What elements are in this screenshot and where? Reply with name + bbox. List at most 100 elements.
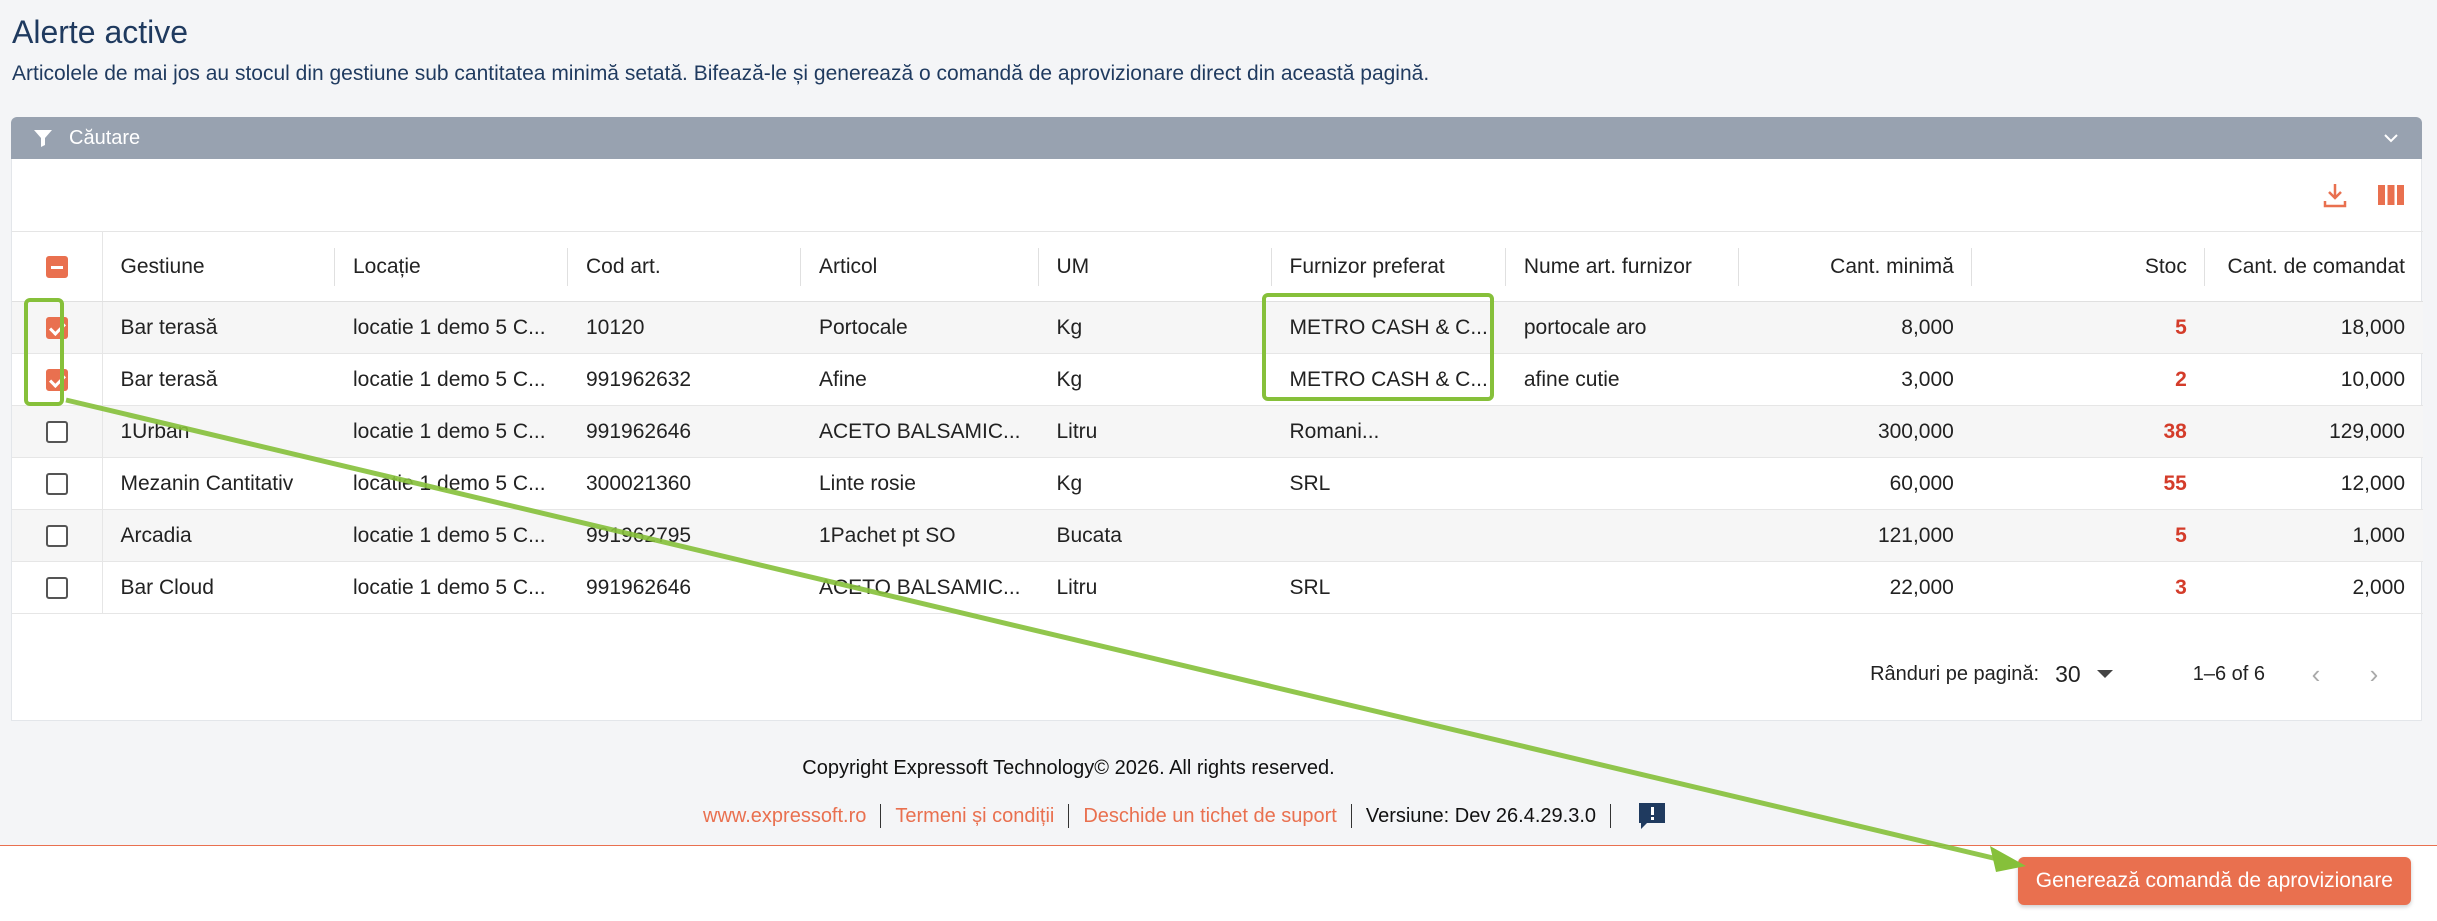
table-row[interactable]: Bar terasă locatie 1 demo 5 C... 10120 Port… — [12, 301, 2423, 354]
prev-page-icon[interactable]: ‹ — [2305, 661, 2327, 687]
generate-order-button[interactable]: Generează comandă de aprovizionare — [2017, 857, 2411, 905]
page-title: Alerte active — [12, 14, 189, 50]
cell-cant-comandat: 18,000 — [2204, 301, 2423, 354]
page-subtitle: Articolele de mai jos au stocul din gest… — [12, 62, 1430, 85]
select-all-cell — [12, 231, 103, 302]
cell-locatie: locatie 1 demo 5 C... — [335, 509, 568, 562]
header-locatie[interactable]: Locație — [335, 231, 568, 302]
alerts-card: Gestiune Locație Cod art. Articol UM Fur… — [11, 159, 2423, 721]
row-checkbox[interactable] — [45, 472, 68, 495]
row-checkbox[interactable] — [45, 316, 68, 339]
table-row[interactable]: Arcadia locatie 1 demo 5 C... 991962795 1Pa… — [12, 509, 2423, 562]
row-checkbox-cell — [12, 301, 103, 354]
header-furnizor[interactable]: Furnizor preferat — [1271, 231, 1506, 302]
cell-cant-min: 60,000 — [1738, 457, 1972, 510]
header-cant-minima[interactable]: Cant. minimă — [1738, 231, 1972, 302]
table-row[interactable]: 1Urban locatie 1 demo 5 C... 991962646 ACET… — [12, 405, 2423, 458]
cell-nume-furnizor — [1505, 509, 1739, 562]
alerts-table: Gestiune Locație Cod art. Articol UM Fur… — [12, 231, 2423, 614]
divider — [1610, 804, 1611, 828]
pagination-range: 1–6 of 6 — [2192, 662, 2265, 685]
header-nume-furnizor[interactable]: Nume art. furnizor — [1505, 231, 1739, 302]
cell-cant-comandat: 1,000 — [2204, 509, 2423, 562]
cell-locatie: locatie 1 demo 5 C... — [335, 301, 568, 354]
table-header-row: Gestiune Locație Cod art. Articol UM Fur… — [12, 231, 2423, 302]
footer-copyright: Copyright Expressoft Technology© 2026. A… — [802, 757, 1335, 779]
cell-um: Kg — [1038, 457, 1272, 510]
cell-cod: 991962795 — [568, 509, 801, 562]
cell-nume-furnizor: afine cutie — [1505, 353, 1739, 406]
cell-articol: 1Pachet pt SO — [801, 509, 1039, 562]
row-checkbox-cell — [12, 509, 103, 562]
cell-locatie: locatie 1 demo 5 C... — [335, 405, 568, 458]
row-checkbox[interactable] — [45, 420, 68, 443]
table-row[interactable]: Mezanin Cantitativ locatie 1 demo 5 C... 3… — [12, 457, 2423, 510]
cell-gestiune: Mezanin Cantitativ — [102, 457, 335, 510]
divider — [880, 804, 882, 828]
link-ticket[interactable]: Deschide un tichet de suport — [1083, 805, 1337, 828]
header-um[interactable]: UM — [1038, 231, 1272, 302]
cell-cant-comandat: 10,000 — [2204, 353, 2423, 406]
select-all-checkbox[interactable] — [45, 255, 68, 278]
page: Alerte active Articolele de mai jos au s… — [0, 0, 2437, 921]
divider — [1350, 804, 1352, 828]
row-checkbox[interactable] — [45, 368, 68, 391]
cell-articol: Linte rosie — [801, 457, 1039, 510]
download-icon[interactable] — [2319, 179, 2351, 211]
link-site[interactable]: www.expressoft.ro — [703, 805, 866, 828]
chevron-down-icon[interactable] — [2382, 129, 2400, 147]
header-cant-comandat[interactable]: Cant. de comandat — [2204, 231, 2423, 302]
cell-nume-furnizor: portocale aro — [1505, 301, 1739, 354]
cell-gestiune: Bar Cloud — [102, 561, 335, 614]
divider — [1068, 804, 1070, 828]
header-gestiune[interactable]: Gestiune — [102, 231, 335, 302]
search-accordion[interactable]: Căutare — [11, 117, 2422, 159]
cell-gestiune: Bar terasă — [102, 353, 335, 406]
filter-icon — [34, 130, 52, 147]
row-checkbox-cell — [12, 561, 103, 614]
rows-per-page-select[interactable]: 30 — [2055, 661, 2081, 688]
cell-cod: 300021360 — [568, 457, 801, 510]
cell-cant-min: 300,000 — [1738, 405, 1972, 458]
cell-furnizor: SRL — [1271, 561, 1506, 614]
next-page-icon[interactable]: › — [2363, 661, 2385, 687]
cell-gestiune: Bar terasă — [102, 301, 335, 354]
cell-cant-comandat: 129,000 — [2204, 405, 2423, 458]
cell-furnizor — [1271, 509, 1506, 562]
version-label: Versiune: Dev 26.4.29.3.0 — [1365, 804, 1596, 827]
header-stoc[interactable]: Stoc — [1971, 231, 2205, 302]
rows-per-page-label: Rânduri pe pagină: — [1870, 662, 2040, 685]
row-checkbox[interactable] — [45, 524, 68, 547]
cell-um: Kg — [1038, 301, 1272, 354]
cell-cant-comandat: 12,000 — [2204, 457, 2423, 510]
cell-cant-min: 121,000 — [1738, 509, 1972, 562]
cell-stoc: 5 — [1971, 509, 2205, 562]
row-checkbox-cell — [12, 353, 103, 406]
search-label: Căutare — [69, 126, 141, 149]
table-row[interactable]: Bar Cloud locatie 1 demo 5 C... 991962646 A… — [12, 561, 2423, 614]
dropdown-caret-icon[interactable] — [2096, 670, 2113, 678]
row-checkbox[interactable] — [45, 576, 68, 599]
cell-articol: ACETO BALSAMIC... — [801, 561, 1039, 614]
link-terms[interactable]: Termeni și condiții — [895, 805, 1054, 828]
cell-cod: 991962632 — [568, 353, 801, 406]
cell-cant-comandat: 2,000 — [2204, 561, 2423, 614]
cell-cod: 991962646 — [568, 405, 801, 458]
cell-furnizor: Romani... — [1271, 405, 1506, 458]
header-cod[interactable]: Cod art. — [568, 231, 801, 302]
cell-stoc: 5 — [1971, 301, 2205, 354]
cell-cant-min: 22,000 — [1738, 561, 1972, 614]
cell-articol: Afine — [801, 353, 1039, 406]
cell-nume-furnizor — [1505, 457, 1739, 510]
row-checkbox-cell — [12, 405, 103, 458]
cell-locatie: locatie 1 demo 5 C... — [335, 457, 568, 510]
cell-locatie: locatie 1 demo 5 C... — [335, 353, 568, 406]
columns-icon[interactable] — [2375, 179, 2407, 211]
cell-gestiune: 1Urban — [102, 405, 335, 458]
feedback-chat-icon[interactable] — [1637, 801, 1667, 831]
header-articol[interactable]: Articol — [801, 231, 1039, 302]
table-row[interactable]: Bar terasă locatie 1 demo 5 C... 991962632… — [12, 353, 2423, 406]
cell-stoc: 2 — [1971, 353, 2205, 406]
cell-cant-min: 3,000 — [1738, 353, 1972, 406]
cell-articol: Portocale — [801, 301, 1039, 354]
